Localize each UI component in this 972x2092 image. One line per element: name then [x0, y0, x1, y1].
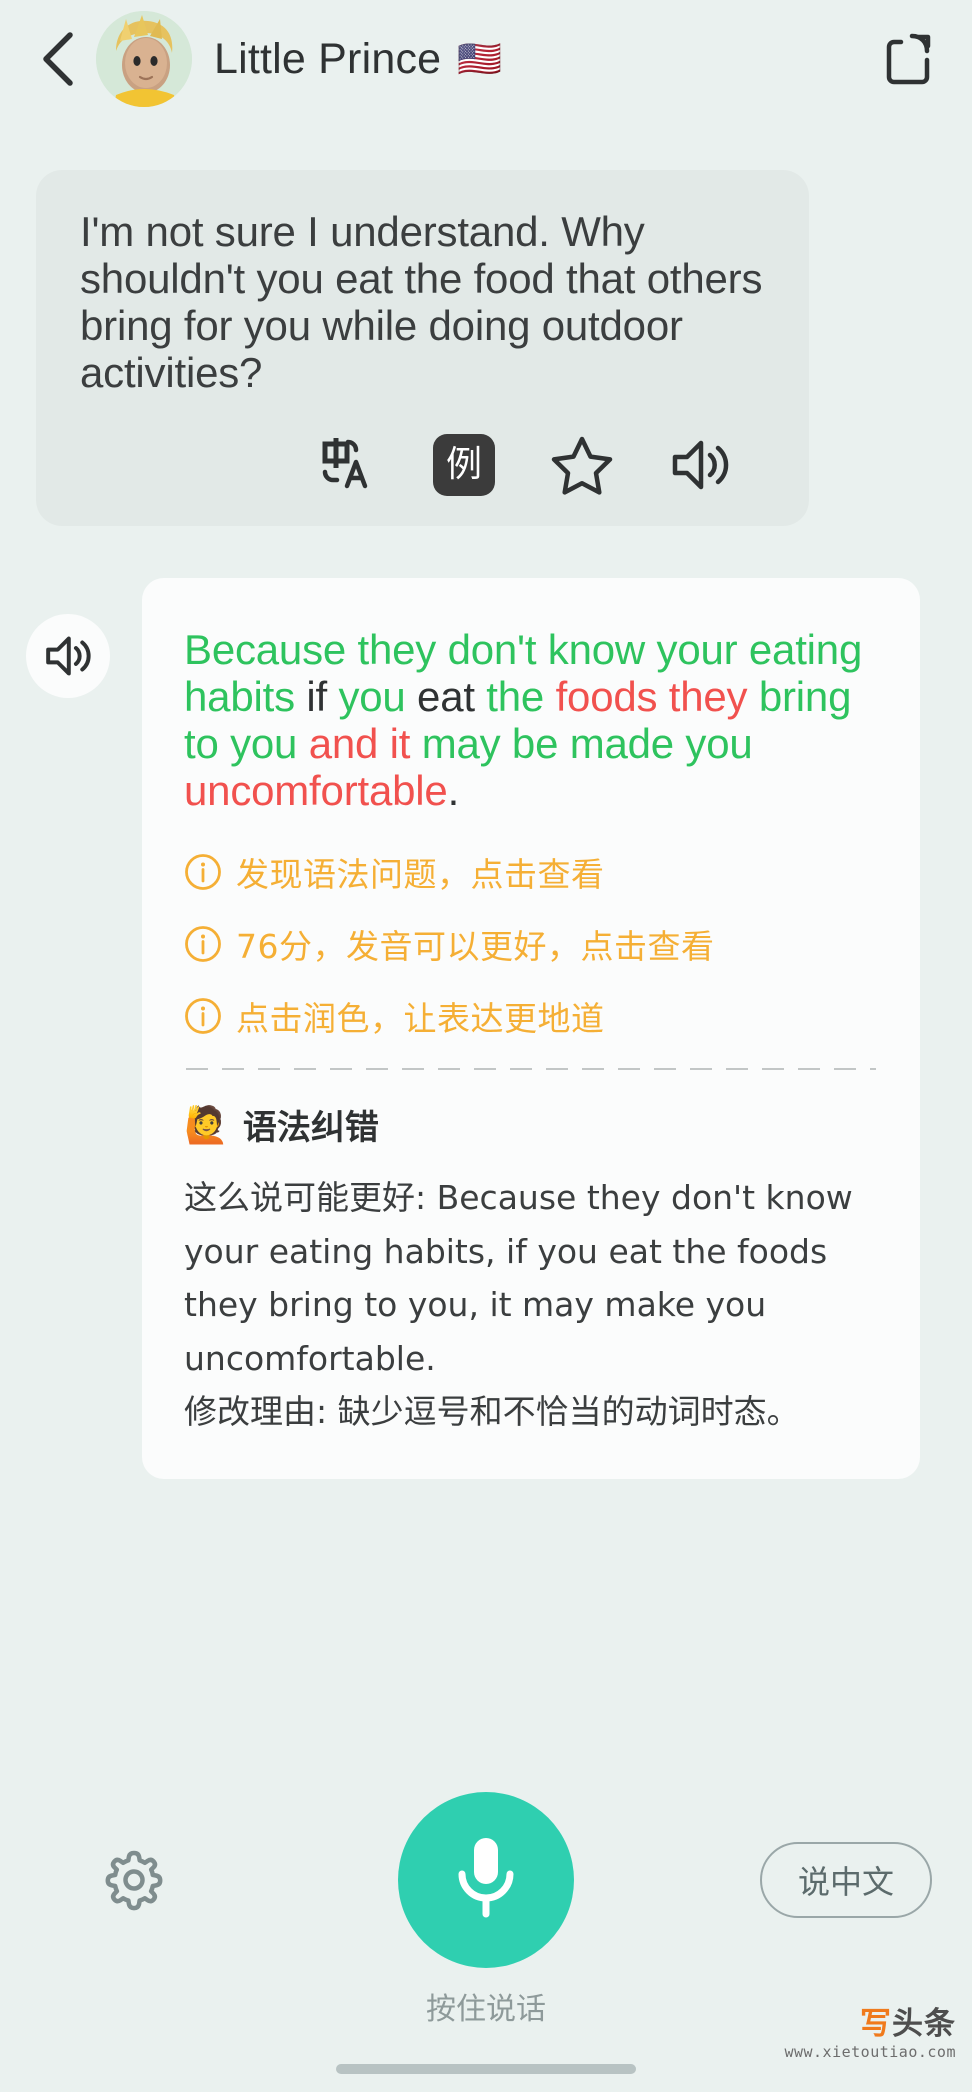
settings-button[interactable]: [97, 1843, 171, 1917]
incoming-message-actions: 例: [80, 434, 765, 497]
record-button[interactable]: [398, 1792, 574, 1968]
answer-token: .: [447, 767, 460, 815]
example-button[interactable]: 例: [433, 434, 495, 497]
info-icon: [185, 998, 221, 1035]
answer-token: uncomfortable: [184, 767, 448, 815]
favorite-button[interactable]: [551, 434, 613, 496]
hint-pronunciation[interactable]: 76分，发音可以更好，点击查看: [184, 920, 878, 968]
play-audio-button[interactable]: [669, 434, 731, 496]
answer-token: you: [338, 673, 418, 721]
speak-chinese-button[interactable]: 说中文: [760, 1842, 932, 1918]
back-button[interactable]: [28, 23, 86, 95]
hint-label: 点击润色，让表达更地道: [236, 999, 605, 1039]
raising-hand-emoji-icon: 🙋: [184, 1103, 229, 1145]
answer-token: foods they: [555, 673, 759, 721]
answer-text: Because they don't know your eating habi…: [184, 626, 878, 814]
share-button[interactable]: [874, 24, 944, 94]
hint-polish[interactable]: 点击润色，让表达更地道: [184, 992, 878, 1040]
chevron-left-icon: [43, 32, 73, 86]
microphone-icon: [458, 1838, 514, 1918]
play-answer-audio-button[interactable]: [26, 614, 110, 699]
answer-card: Because they don't know your eating habi…: [142, 578, 920, 1479]
grammar-reason-text: 修改理由: 缺少逗号和不恰当的动词时态。: [184, 1392, 800, 1432]
translate-button[interactable]: [315, 434, 377, 496]
hint-label: 76分，发音可以更好，点击查看: [236, 927, 715, 967]
bottom-toolbar: 按住说话 说中文: [0, 1792, 972, 2092]
section-divider: [186, 1068, 876, 1071]
speaker-icon: [672, 440, 729, 490]
hint-grammar[interactable]: 发现语法问题，点击查看: [184, 848, 878, 896]
grammar-suggestion-text: 这么说可能更好: Because they don't know your ea…: [184, 1178, 853, 1378]
hint-list: 发现语法问题，点击查看 76分，发音可以更好，点击查看 点击润色，让表达更地道: [184, 848, 878, 1040]
avatar-image: [96, 11, 192, 107]
incoming-message-text: I'm not sure I understand. Why shouldn't…: [80, 208, 763, 397]
share-icon: [886, 33, 931, 85]
answer-token: and it: [308, 720, 422, 768]
flag-icon: 🇺🇸: [457, 38, 503, 79]
page-title: Little Prince: [214, 34, 442, 83]
answer-token: if: [306, 673, 339, 721]
hint-label: 发现语法问题，点击查看: [236, 855, 605, 895]
app-header: Little Prince 🇺🇸: [0, 0, 972, 118]
grammar-section-title: 语法纠错: [242, 1108, 379, 1149]
translate-icon: [322, 438, 368, 489]
answer-token: may be made you: [421, 720, 753, 768]
header-title-group: Little Prince 🇺🇸: [214, 35, 874, 84]
gear-icon: [105, 1850, 163, 1911]
outgoing-message-row: Because they don't know your eating habi…: [0, 578, 972, 1479]
home-indicator: [336, 2064, 636, 2074]
incoming-message-bubble: I'm not sure I understand. Why shouldn't…: [36, 170, 809, 527]
info-icon: [185, 854, 221, 891]
info-icon: [185, 926, 221, 963]
grammar-section-header: 🙋 语法纠错: [184, 1100, 878, 1149]
answer-token: the: [486, 673, 556, 721]
avatar[interactable]: [96, 11, 192, 107]
chat-screen: Little Prince 🇺🇸 I'm not sure I understa…: [0, 0, 972, 2092]
star-icon: [551, 436, 613, 495]
answer-token: eat: [417, 673, 487, 721]
speaker-icon: [46, 636, 91, 676]
record-hint-label: 按住说话: [426, 1992, 546, 2027]
